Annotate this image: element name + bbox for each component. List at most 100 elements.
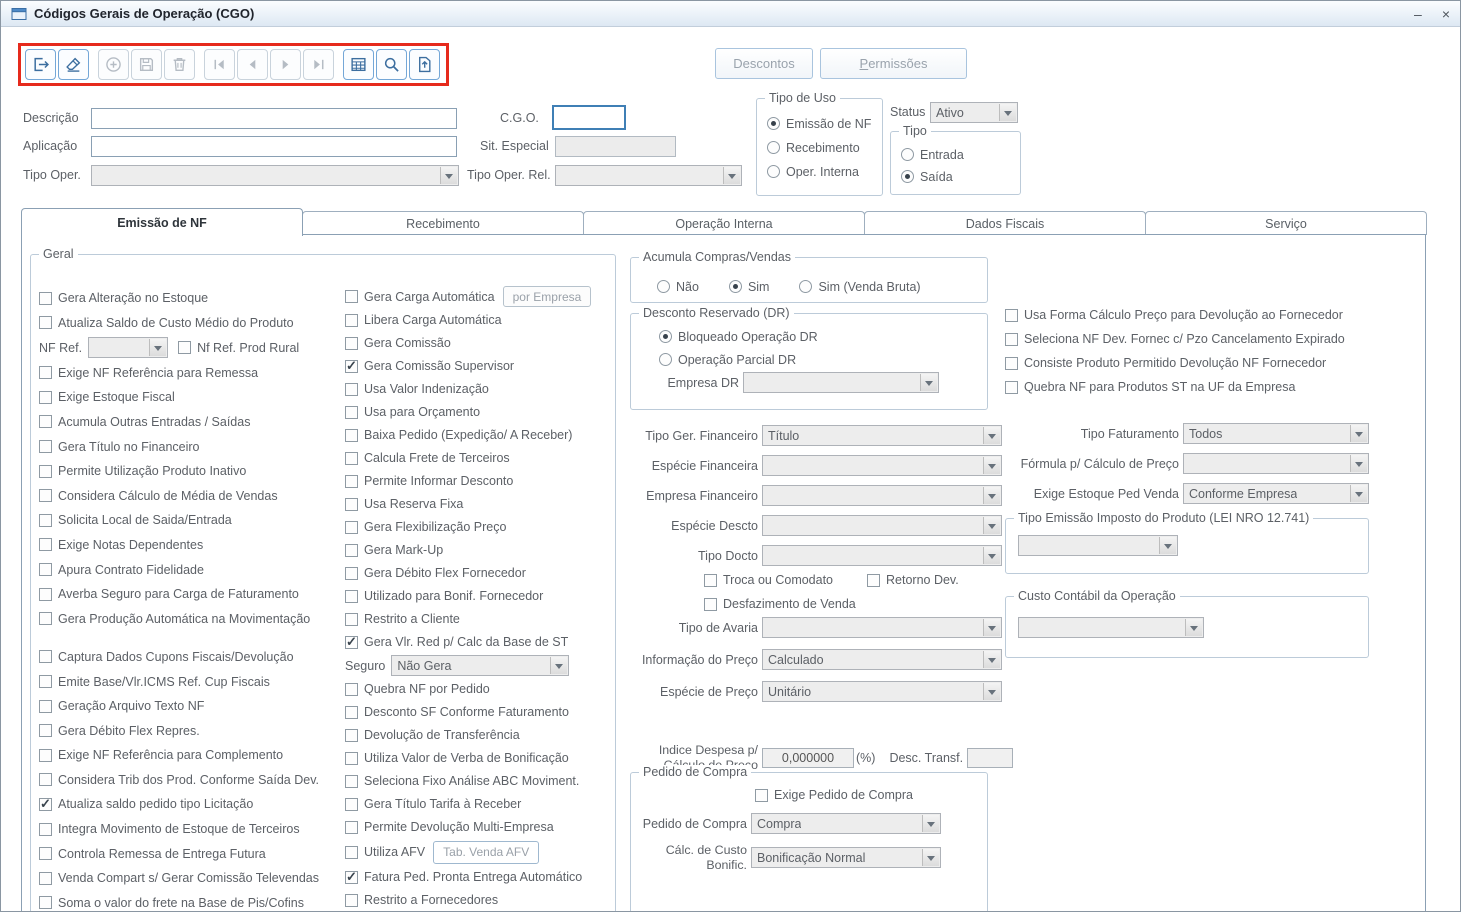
status-dropdown[interactable]: Ativo bbox=[930, 102, 1018, 123]
radio-row[interactable]: Entrada bbox=[901, 146, 1020, 163]
checkbox-row[interactable]: Usa para Orçamento bbox=[345, 402, 613, 422]
checkbox-row[interactable]: Apura Contrato Fidelidade bbox=[39, 560, 341, 580]
last-record-button[interactable] bbox=[303, 49, 334, 80]
checkbox-row[interactable]: Solicita Local de Saida/Entrada bbox=[39, 510, 341, 530]
tipo-oper-rel-dropdown[interactable] bbox=[555, 165, 742, 186]
nf-ref-rural-checkbox-row[interactable]: Nf Ref. Prod Rural bbox=[178, 338, 299, 358]
radio-row[interactable]: Não bbox=[657, 278, 699, 295]
checkbox-row[interactable]: Averba Seguro para Carga de Faturamento bbox=[39, 584, 341, 604]
field-dropdown[interactable] bbox=[762, 515, 1002, 536]
checkbox-row[interactable]: Libera Carga Automática bbox=[345, 310, 613, 330]
checkbox-row[interactable]: Quebra NF por Pedido bbox=[345, 679, 613, 699]
indice-despesa-input[interactable] bbox=[762, 747, 854, 768]
close-button[interactable]: × bbox=[1442, 6, 1450, 22]
field-dropdown[interactable]: Conforme Empresa bbox=[1183, 483, 1369, 504]
checkbox-row[interactable]: Permite Utilização Produto Inativo bbox=[39, 461, 341, 481]
checkbox-row[interactable]: Gera Comissão Supervisor bbox=[345, 356, 613, 376]
field-dropdown[interactable] bbox=[762, 545, 1002, 566]
tab[interactable]: Emissão de NF bbox=[21, 208, 303, 236]
checkbox-row[interactable]: Permite Informar Desconto bbox=[345, 471, 613, 491]
field-dropdown[interactable]: Unitário bbox=[762, 681, 1002, 702]
first-record-button[interactable] bbox=[204, 49, 235, 80]
add-button[interactable] bbox=[98, 49, 129, 80]
radio-row[interactable]: Sim (Venda Bruta) bbox=[799, 278, 921, 295]
descricao-input[interactable] bbox=[91, 108, 457, 129]
tab-venda-afv-button[interactable]: Tab. Venda AFV bbox=[433, 840, 540, 864]
gera-carga-automatica-checkbox-row[interactable]: Gera Carga Automática bbox=[345, 287, 495, 307]
checkbox-row[interactable]: Acumula Outras Entradas / Saídas bbox=[39, 412, 341, 432]
tipo-oper-dropdown[interactable] bbox=[91, 165, 459, 186]
pedido-de-compra-dropdown[interactable]: Compra bbox=[751, 813, 941, 834]
checkbox-row[interactable]: Gera Vlr. Red p/ Calc da Base de ST bbox=[345, 632, 613, 652]
seguro-dropdown[interactable]: Não Gera bbox=[391, 655, 570, 676]
desc-transf-input[interactable] bbox=[967, 747, 1014, 768]
field-dropdown[interactable] bbox=[762, 455, 1002, 476]
checkbox-row[interactable]: Atualiza saldo pedido tipo Licitação bbox=[39, 794, 341, 814]
checkbox-row[interactable]: Devolução de Transferência bbox=[345, 725, 613, 745]
checkbox-row[interactable]: Seleciona Fixo Análise ABC Moviment. bbox=[345, 771, 613, 791]
checkbox-row[interactable]: Gera Flexibilização Preço bbox=[345, 517, 613, 537]
radio-row[interactable]: Operação Parcial DR bbox=[659, 351, 818, 368]
checkbox-row[interactable]: Usa Forma Cálculo Preço para Devolução a… bbox=[1005, 305, 1407, 325]
exit-button[interactable] bbox=[25, 49, 56, 80]
minimize-button[interactable]: – bbox=[1414, 6, 1422, 22]
utiliza-afv-checkbox-row[interactable]: Utiliza AFV bbox=[345, 842, 425, 862]
field-dropdown[interactable]: Todos bbox=[1183, 423, 1369, 444]
checkbox-row[interactable]: Utilizado para Bonif. Fornecedor bbox=[345, 586, 613, 606]
checkbox-row[interactable]: Gera Alteração no Estoque bbox=[39, 288, 341, 308]
checkbox-row[interactable]: Consiste Produto Permitido Devolução NF … bbox=[1005, 353, 1407, 373]
checkbox-row[interactable]: Considera Cálculo de Média de Vendas bbox=[39, 486, 341, 506]
checkbox-row[interactable]: Geração Arquivo Texto NF bbox=[39, 696, 341, 716]
calc-custo-bonific-dropdown[interactable]: Bonificação Normal bbox=[751, 847, 941, 869]
sit-especial-input[interactable] bbox=[555, 136, 676, 157]
checkbox-row[interactable]: Gera Título Tarifa à Receber bbox=[345, 794, 613, 814]
delete-button[interactable] bbox=[164, 49, 195, 80]
radio-row[interactable]: Recebimento bbox=[767, 139, 882, 156]
checkbox-row[interactable]: Restrito a Fornecedores bbox=[345, 890, 613, 910]
checkbox-row[interactable]: Fatura Ped. Pronta Entrega Automático bbox=[345, 867, 613, 887]
checkbox-row[interactable]: Exige Estoque Fiscal bbox=[39, 387, 341, 407]
checkbox-row[interactable]: Gera Produção Automática na Movimentação bbox=[39, 609, 341, 629]
checkbox-row[interactable]: Considera Trib dos Prod. Conforme Saída … bbox=[39, 770, 341, 790]
previous-record-button[interactable] bbox=[237, 49, 268, 80]
retorno-dev-checkbox-row[interactable]: Retorno Dev. bbox=[867, 570, 959, 590]
radio-row[interactable]: Emissão de NF bbox=[767, 115, 882, 132]
tab[interactable]: Recebimento bbox=[302, 211, 584, 235]
checkbox-row[interactable]: Restrito a Cliente bbox=[345, 609, 613, 629]
grid-view-button[interactable] bbox=[343, 49, 374, 80]
tab[interactable]: Serviço bbox=[1145, 211, 1427, 235]
field-dropdown[interactable] bbox=[762, 485, 1002, 506]
next-record-button[interactable] bbox=[270, 49, 301, 80]
checkbox-row[interactable]: Usa Reserva Fixa bbox=[345, 494, 613, 514]
checkbox-row[interactable]: Emite Base/Vlr.ICMS Ref. Cup Fiscais bbox=[39, 672, 341, 692]
nf-ref-dropdown[interactable] bbox=[88, 337, 169, 359]
tipo-emissao-imposto-dropdown[interactable] bbox=[1018, 535, 1178, 556]
checkbox-row[interactable]: Quebra NF para Produtos ST na UF da Empr… bbox=[1005, 377, 1407, 397]
checkbox-row[interactable]: Calcula Frete de Terceiros bbox=[345, 448, 613, 468]
clear-button[interactable] bbox=[58, 49, 89, 80]
checkbox-row[interactable]: Desconto SF Conforme Faturamento bbox=[345, 702, 613, 722]
cgo-input[interactable] bbox=[552, 105, 626, 130]
checkbox-row[interactable]: Controla Remessa de Entrega Futura bbox=[39, 844, 341, 864]
field-dropdown[interactable] bbox=[762, 617, 1002, 638]
field-dropdown[interactable] bbox=[1183, 453, 1369, 474]
checkbox-row[interactable]: Utiliza Valor de Verba de Bonificação bbox=[345, 748, 613, 768]
custo-contabil-dropdown[interactable] bbox=[1018, 617, 1204, 638]
checkbox-row[interactable]: Soma o valor do frete na Base de Pis/Cof… bbox=[39, 893, 341, 911]
field-dropdown[interactable]: Calculado bbox=[762, 649, 1002, 670]
troca-comodato-checkbox-row[interactable]: Troca ou Comodato bbox=[704, 570, 867, 590]
radio-row[interactable]: Sim bbox=[728, 278, 769, 295]
checkbox-row[interactable]: Gera Comissão bbox=[345, 333, 613, 353]
checkbox-row[interactable]: Usa Valor Indenização bbox=[345, 379, 613, 399]
descontos-button[interactable]: Descontos bbox=[715, 48, 813, 79]
aplicacao-input[interactable] bbox=[91, 136, 457, 157]
field-dropdown[interactable]: Título bbox=[762, 425, 1002, 446]
desfazimento-venda-checkbox-row[interactable]: Desfazimento de Venda bbox=[704, 594, 959, 614]
save-button[interactable] bbox=[131, 49, 162, 80]
tab[interactable]: Dados Fiscais bbox=[864, 211, 1146, 235]
checkbox-row[interactable]: Venda Compart s/ Gerar Comissão Televend… bbox=[39, 868, 341, 888]
checkbox-row[interactable]: Gera Débito Flex Repres. bbox=[39, 721, 341, 741]
radio-row[interactable]: Bloqueado Operação DR bbox=[659, 328, 818, 345]
radio-row[interactable]: Saída bbox=[901, 168, 1020, 185]
checkbox-row[interactable]: Permite Devolução Multi-Empresa bbox=[345, 817, 613, 837]
